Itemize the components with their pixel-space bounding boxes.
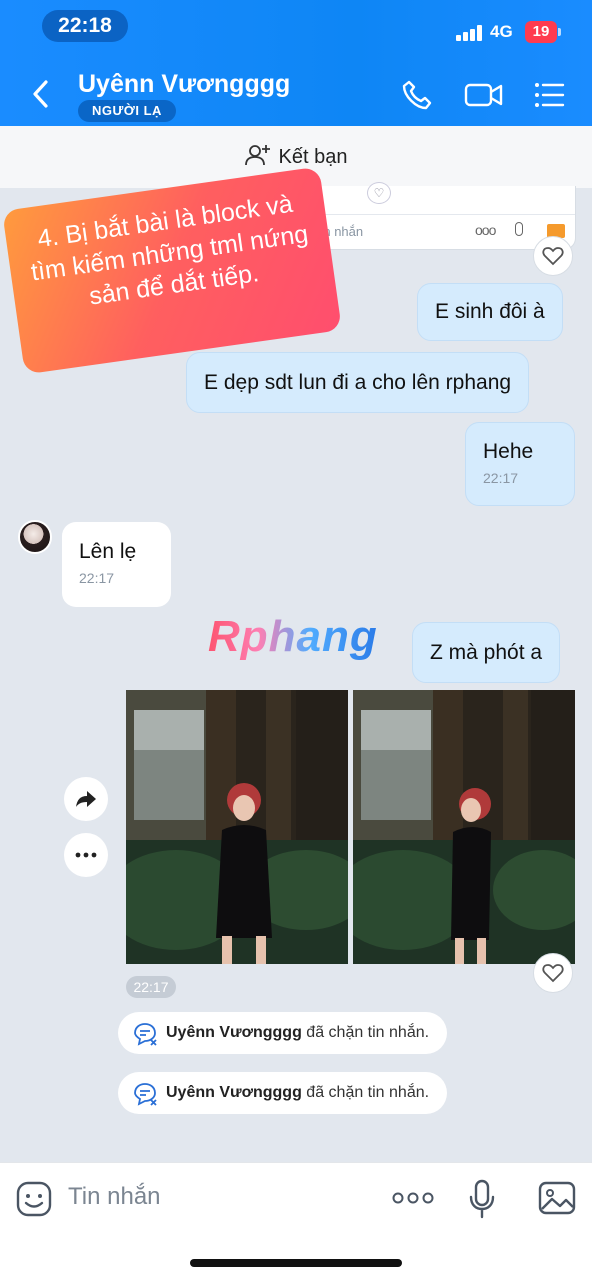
blocked-chat-icon [134,1083,157,1106]
battery-icon: 19 [525,21,561,43]
heart-react-icon[interactable] [533,236,573,276]
more-icon[interactable] [392,1191,434,1205]
chat-title[interactable]: Uyênn Vươngggg [78,70,290,99]
image-icon[interactable] [538,1181,576,1215]
blocked-notice: Uyênn Vươngggg đã chặn tin nhắn. [118,1012,448,1054]
blocked-chat-icon [134,1023,157,1046]
add-friend-icon [244,145,270,166]
video-call-icon[interactable] [464,78,504,112]
more-icon [75,852,97,858]
notice-text: đã chặn tin nhắn. [306,1084,430,1101]
message-input[interactable]: Tin nhắn [68,1183,161,1211]
status-time: 22:18 [42,10,128,42]
message-bubble[interactable]: E sinh đôi à [417,283,563,341]
message-bubble[interactable]: Z mà phót a [412,622,561,683]
more-options-button[interactable] [64,833,108,877]
phone-icon[interactable] [400,78,434,112]
notice-name: Uyênn Vươngggg [166,1024,302,1041]
message-time: 22:17 [79,570,115,587]
blocked-notice: Uyênn Vươngggg đã chặn tin nhắn. [118,1072,448,1114]
promo-overlay: 4. Bị bắt bài là block và tìm kiếm những… [2,166,342,375]
message-text: Hehe [483,440,534,463]
message-text: Lên lẹ [79,540,137,563]
emoji-icon[interactable] [16,1181,52,1217]
home-indicator [190,1259,402,1267]
heart-icon: ♡ [367,182,391,204]
add-friend-label: Kết bạn [278,146,348,168]
shared-screenshot-card[interactable]: ♡ Tin nhắn ooo [296,182,576,250]
message-time: 22:17 [483,470,519,487]
message-bubble[interactable]: Lên lẹ 22:17 [62,522,171,607]
signal-icon [456,25,486,41]
photo-1[interactable] [126,690,348,964]
mic-icon [515,222,523,236]
network-type: 4G [490,22,513,41]
watermark-logo: Rphang [208,612,378,661]
forward-icon [76,791,96,807]
stranger-badge: NGƯỜI LẠ [78,100,176,122]
notice-text: đã chặn tin nhắn. [306,1024,430,1041]
message-bubble[interactable]: E dẹp sdt lun đi a cho lên rphang [186,352,530,413]
chevron-left-icon[interactable] [28,76,54,112]
chat-header: 22:18 4G 19 Uyênn Vươngggg NGƯỜI LẠ [0,0,592,126]
photo-time: 22:17 [126,976,176,998]
message-bubble[interactable]: Hehe 22:17 [465,422,575,506]
photo-2[interactable] [353,690,575,964]
avatar[interactable] [18,520,52,554]
share-forward-button[interactable] [64,777,108,821]
mic-icon[interactable] [468,1179,496,1219]
heart-react-icon[interactable] [533,953,573,993]
notice-name: Uyênn Vươngggg [166,1084,302,1101]
menu-icon[interactable] [532,78,566,112]
more-icon: ooo [475,222,496,238]
battery-level: 19 [525,21,557,43]
